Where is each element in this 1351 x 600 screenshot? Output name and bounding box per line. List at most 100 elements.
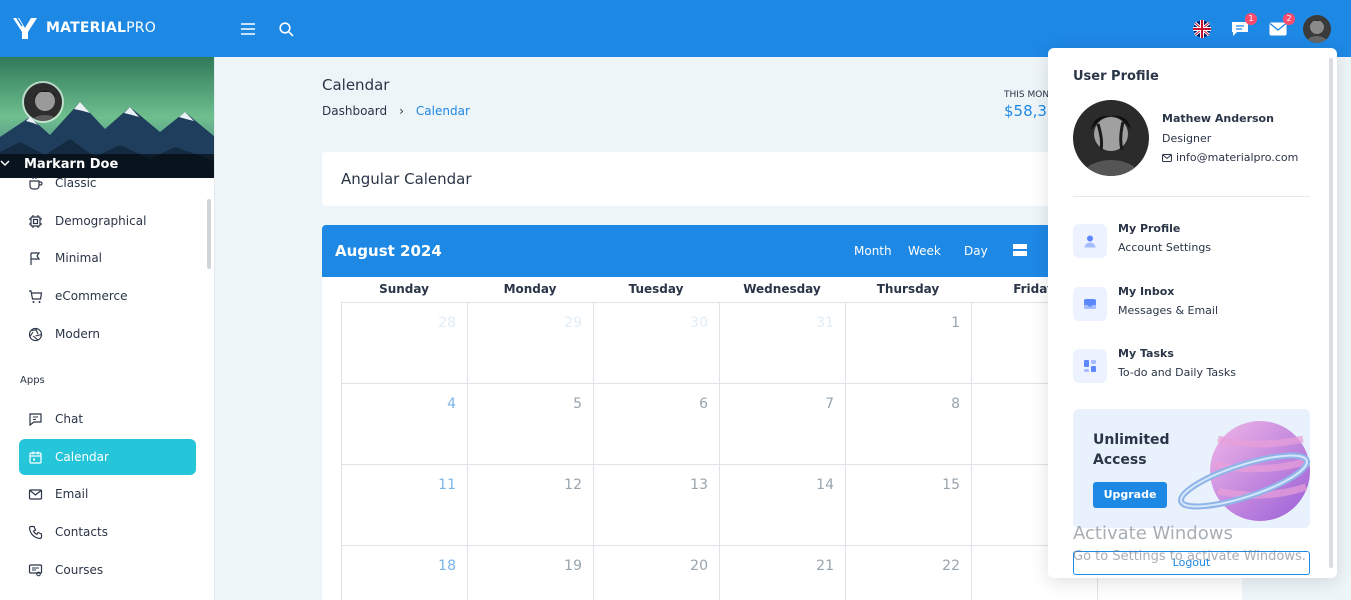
calendar-day-cell[interactable]: 5 (467, 383, 593, 464)
sidebar: Markarn Doe Classic Demographical Minima… (0, 57, 215, 600)
profile-name: Mathew Anderson (1162, 112, 1274, 125)
calendar-day-cell[interactable]: 7 (719, 383, 845, 464)
view-week-button[interactable]: Week (908, 244, 941, 258)
sidebar-item-label: Email (55, 487, 89, 501)
user-profile-dropdown: User Profile Mathew Anderson Designer in… (1048, 48, 1337, 578)
mail-icon (27, 486, 43, 502)
calendar-day-cell[interactable]: 13 (593, 464, 719, 545)
sidebar-item-label: Calendar (55, 450, 109, 464)
day-number: 11 (438, 477, 456, 493)
day-number: 19 (564, 558, 582, 574)
calendar-day-cell[interactable]: 29 (467, 302, 593, 383)
profile-email: info@materialpro.com (1162, 151, 1298, 164)
menu-my-tasks[interactable]: My Tasks To-do and Daily Tasks (1073, 347, 1313, 387)
calendar-day-cell[interactable]: 11 (341, 464, 467, 545)
sidebar-avatar[interactable] (22, 81, 64, 123)
breadcrumb-separator: › (399, 104, 404, 118)
sidebar-item-email[interactable]: Email (19, 476, 196, 512)
calendar-day-cell[interactable]: 8 (845, 383, 971, 464)
sidebar-item-label: Demographical (55, 214, 147, 228)
sidebar-item-modern[interactable]: Modern (19, 316, 196, 352)
sidebar-item-courses[interactable]: Courses (19, 552, 196, 588)
breadcrumb-dashboard[interactable]: Dashboard (322, 104, 387, 118)
calendar-day-cell[interactable]: 18 (341, 545, 467, 600)
day-number: 22 (942, 558, 960, 574)
sidebar-item-chat[interactable]: Chat (19, 401, 196, 437)
calendar-day-cell[interactable]: 4 (341, 383, 467, 464)
sidebar-scrollbar[interactable] (207, 199, 211, 269)
sidebar-caption-apps: Apps (20, 375, 45, 386)
app-logo[interactable]: MATERIALPRO (12, 16, 156, 40)
logo-text: MATERIALPRO (46, 20, 156, 36)
weekday-header: Thursday (876, 282, 940, 296)
profile-role: Designer (1162, 132, 1212, 145)
tasks-icon (1073, 349, 1107, 383)
mail-badge: 2 (1283, 13, 1295, 25)
inbox-icon (1073, 287, 1107, 321)
day-number: 7 (825, 396, 834, 412)
envelope-icon (1162, 153, 1172, 162)
menu-my-inbox[interactable]: My Inbox Messages & Email (1073, 285, 1313, 325)
sidebar-item-minimal[interactable]: Minimal (19, 240, 196, 276)
day-number: 1 (951, 315, 960, 331)
calendar-day-cell[interactable]: 30 (593, 302, 719, 383)
calendar-day-cell[interactable]: 21 (719, 545, 845, 600)
calendar-day-cell[interactable]: 19 (467, 545, 593, 600)
sidebar-item-classic[interactable]: Classic (19, 165, 196, 201)
mail-notification-icon[interactable]: 2 (1267, 13, 1295, 40)
activate-windows-hint: Go to Settings to activate Windows. (1073, 549, 1306, 564)
planet-illustration (1178, 421, 1310, 521)
sidebar-item-calendar[interactable]: Calendar (19, 439, 196, 475)
sidebar-item-label: Minimal (55, 251, 103, 265)
sidebar-item-label: Chat (55, 412, 84, 426)
weekday-header: Sunday (379, 282, 429, 296)
promo-title: Unlimited Access (1093, 432, 1170, 468)
cart-icon (27, 288, 43, 304)
sidebar-item-demographical[interactable]: Demographical (19, 203, 196, 239)
chat-notification-icon[interactable]: 1 (1229, 13, 1257, 40)
calendar-day-cell[interactable]: 20 (593, 545, 719, 600)
sidebar-item-label: eCommerce (55, 289, 128, 303)
cpu-icon (27, 213, 43, 229)
dropdown-scrollbar[interactable] (1329, 58, 1333, 568)
calendar-day-cell[interactable]: 12 (467, 464, 593, 545)
view-day-button[interactable]: Day (964, 244, 988, 258)
uk-flag-icon[interactable] (1191, 18, 1213, 40)
phone-icon (27, 524, 43, 540)
profile-avatar (1073, 100, 1149, 176)
calendar-day-cell[interactable]: 31 (719, 302, 845, 383)
sidebar-item-ecommerce[interactable]: eCommerce (19, 278, 196, 314)
calendar-day-cell[interactable]: 28 (341, 302, 467, 383)
calendar-day-cell[interactable]: 1 (845, 302, 971, 383)
breadcrumb: Dashboard › Calendar (322, 104, 470, 118)
certificate-icon (27, 562, 43, 578)
sidebar-item-label: Classic (55, 176, 97, 190)
flag-icon (27, 250, 43, 266)
weekday-header: Tuesday (628, 282, 684, 296)
header-avatar[interactable] (1303, 15, 1331, 43)
user-icon (1073, 224, 1107, 258)
calendar-day-cell[interactable]: 15 (845, 464, 971, 545)
view-list-icon[interactable] (1013, 244, 1027, 256)
day-number: 29 (564, 315, 582, 331)
search-icon[interactable] (275, 18, 297, 40)
day-number: 21 (816, 558, 834, 574)
day-number: 13 (690, 477, 708, 493)
message-icon (27, 411, 43, 427)
menu-my-profile[interactable]: My Profile Account Settings (1073, 222, 1313, 262)
weekday-header: Wednesday (743, 282, 821, 296)
activate-windows-watermark: Activate Windows (1073, 523, 1233, 544)
calendar-day-cell[interactable]: 22 (845, 545, 971, 600)
sidebar-item-contacts[interactable]: Contacts (19, 514, 196, 550)
calendar-day-cell[interactable]: 6 (593, 383, 719, 464)
day-number: 15 (942, 477, 960, 493)
day-number: 14 (816, 477, 834, 493)
view-month-button[interactable]: Month (854, 244, 892, 258)
upgrade-button[interactable]: Upgrade (1093, 482, 1167, 508)
menu-toggle-icon[interactable] (237, 18, 259, 40)
logo-icon (13, 17, 37, 39)
calendar-day-cell[interactable]: 14 (719, 464, 845, 545)
chevron-down-icon (0, 160, 10, 167)
sidebar-profile-banner: Markarn Doe (0, 57, 214, 178)
upgrade-promo-card: Unlimited Access Upgrade (1073, 409, 1310, 528)
